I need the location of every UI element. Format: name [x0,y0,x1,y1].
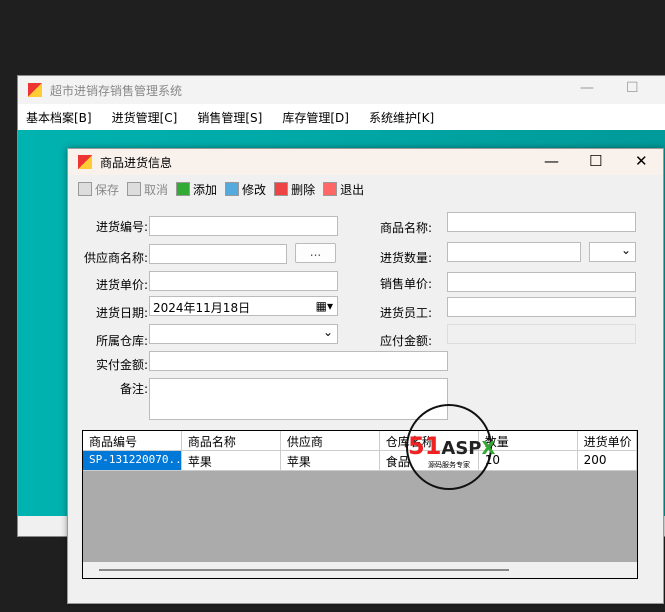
qty-label: 进货数量: [379,251,432,265]
exit-icon [323,182,338,196]
purchase-no-label: 进货编号: [95,220,148,234]
maximize-icon[interactable]: ☐ [626,80,639,96]
purchase-no-input[interactable] [149,216,338,236]
save-icon [78,182,92,196]
column-header[interactable]: 供应商 [280,431,380,451]
cancel-button[interactable]: 取消 [127,181,168,198]
watermark-logo: 51ASPX 源码服务专家 [406,404,495,490]
unit-price-label: 进货单价: [95,278,148,292]
product-name-input[interactable] [447,212,636,232]
dialog-icon [78,155,92,169]
save-button[interactable]: 保存 [78,181,119,198]
purchase-grid: 商品编号 商品名称 供应商 仓库名称 数量 进货单价 SP-131220070.… [82,430,638,579]
add-label: 添加 [193,182,218,197]
cancel-label: 取消 [144,182,169,197]
column-header[interactable]: 进货单价 [577,431,637,451]
cell-supplier[interactable]: 苹果 [280,451,380,471]
main-title: 超市进销存销售管理系统 [50,83,183,98]
browse-supplier-button[interactable]: ... [295,243,336,263]
remark-label: 备注: [119,382,148,396]
supplier-label: 供应商名称: [83,251,148,265]
product-name-label: 商品名称: [379,221,432,235]
watermark-sub: 源码服务专家 [428,461,470,469]
unit-price-input[interactable] [149,271,338,291]
paid-label: 实付金额: [95,358,148,372]
date-picker[interactable]: 2024年11月18日 ▦▾ [149,296,338,316]
menu-sales[interactable]: 销售管理[S] [197,109,262,126]
maximize-icon[interactable]: ☐ [589,152,602,170]
qty-input[interactable] [447,242,581,262]
cancel-icon [127,182,142,196]
horizontal-scrollbar[interactable] [83,562,637,578]
staff-input[interactable] [447,297,636,317]
date-label: 进货日期: [95,306,148,320]
paid-input[interactable] [149,351,448,371]
exit-label: 退出 [340,182,365,197]
menu-system[interactable]: 系统维护[K] [369,109,434,126]
exit-button[interactable]: 退出 [323,181,364,198]
staff-label: 进货员工: [379,306,432,320]
purchase-dialog: 商品进货信息 — ☐ ✕ 保存 取消 添加 修改 删除 退出 进货编号: 供应商… [67,148,664,604]
minimize-icon[interactable]: — [580,80,594,96]
add-button[interactable]: 添加 [176,181,217,198]
edit-icon [225,182,240,196]
chevron-down-icon: ⌄ [322,325,333,339]
minimize-icon[interactable]: — [544,152,559,170]
edit-button[interactable]: 修改 [225,181,266,198]
app-icon [28,83,42,97]
warehouse-select[interactable]: ⌄ [149,324,338,344]
column-header[interactable]: 商品名称 [181,431,281,451]
toolbar: 保存 取消 添加 修改 删除 退出 [68,175,663,203]
delete-button[interactable]: 删除 [274,181,315,198]
menu-purchase[interactable]: 进货管理[C] [112,109,178,126]
cell-product-no[interactable]: SP-131220070... [83,451,182,471]
main-title-bar: 超市进销存销售管理系统 — ☐ [18,76,665,104]
cell-product-name[interactable]: 苹果 [181,451,281,471]
remark-textarea[interactable] [149,378,448,420]
unit-select[interactable]: ⌄ [589,242,636,262]
add-icon [176,182,191,196]
sale-price-input[interactable] [447,272,636,292]
chevron-down-icon: ⌄ [620,243,631,257]
payable-label: 应付金额: [379,334,432,348]
delete-label: 删除 [291,182,316,197]
delete-icon [274,182,289,196]
dialog-title: 商品进货信息 [100,155,173,170]
supplier-input[interactable] [149,244,287,264]
menu-bar: 基本档案[B] 进货管理[C] 销售管理[S] 库存管理[D] 系统维护[K] [18,104,665,130]
dialog-title-bar: 商品进货信息 — ☐ ✕ [68,149,663,175]
cell-unit-price[interactable]: 200 [577,451,637,471]
scroll-thumb[interactable] [99,569,509,571]
save-label: 保存 [95,182,120,197]
menu-basic[interactable]: 基本档案[B] [26,109,92,126]
table-row[interactable]: SP-131220070... 苹果 苹果 食品 10 200 [83,451,637,471]
calendar-icon[interactable]: ▦▾ [316,299,333,313]
menu-inventory[interactable]: 库存管理[D] [282,109,349,126]
date-value: 2024年11月18日 [153,301,251,315]
grid-header: 商品编号 商品名称 供应商 仓库名称 数量 进货单价 [83,431,637,451]
column-header[interactable]: 商品编号 [83,431,182,451]
sale-price-label: 销售单价: [379,277,432,291]
payable-input [447,324,636,344]
close-icon[interactable]: ✕ [635,152,648,170]
warehouse-label: 所属仓库: [95,334,148,348]
edit-label: 修改 [242,182,267,197]
